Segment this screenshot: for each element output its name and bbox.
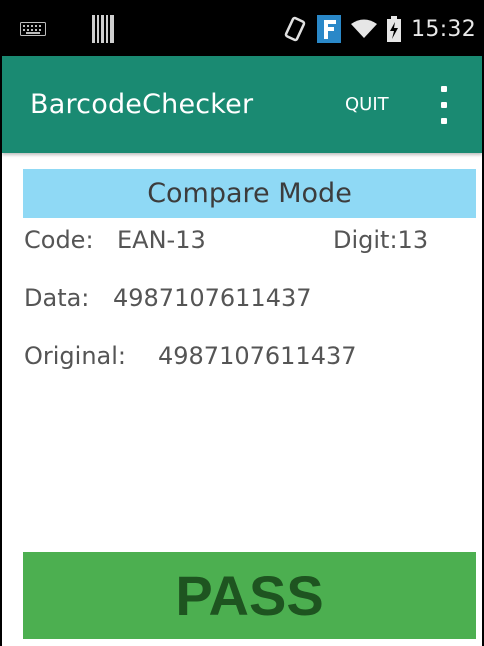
result-status: PASS — [175, 564, 324, 627]
status-bar-left — [20, 2, 114, 56]
digit-value: 13 — [397, 226, 429, 254]
code-value: EAN-13 — [117, 226, 206, 254]
status-clock: 15:32 — [411, 16, 476, 42]
app-bar: BarcodeChecker QUIT — [2, 56, 482, 153]
original-value: 4987107611437 — [158, 342, 357, 370]
barcode-icon — [92, 15, 114, 43]
result-panel: PASS — [23, 552, 476, 639]
digit-field: Digit:13 — [333, 226, 428, 254]
mode-banner: Compare Mode — [23, 169, 476, 218]
app-title: BarcodeChecker — [30, 89, 254, 120]
app-screen: 15:32 BarcodeChecker QUIT Compare Mode C… — [0, 0, 484, 646]
overflow-menu-icon[interactable] — [434, 86, 454, 124]
f-app-icon — [317, 15, 342, 43]
original-label: Original: — [24, 342, 126, 370]
status-bar: 15:32 — [2, 2, 482, 56]
menu-dot — [441, 118, 447, 124]
menu-dot — [441, 86, 447, 92]
data-value: 4987107611437 — [113, 284, 312, 312]
digit-label: Digit: — [333, 226, 398, 254]
menu-dot — [441, 102, 447, 108]
battery-charging-icon — [387, 16, 402, 42]
keyboard-icon — [20, 22, 46, 36]
data-label: Data: — [24, 284, 90, 312]
screen-rotation-icon — [283, 16, 307, 42]
quit-button[interactable]: QUIT — [345, 89, 389, 121]
status-bar-right: 15:32 — [283, 2, 476, 56]
code-label: Code: — [24, 226, 94, 254]
wifi-icon — [351, 19, 378, 39]
